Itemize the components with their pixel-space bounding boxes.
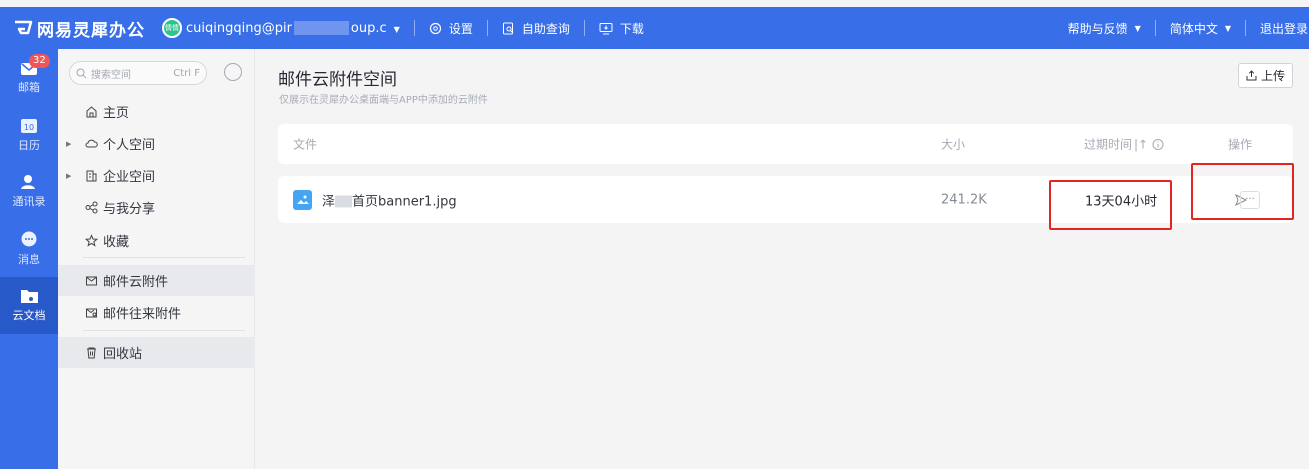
left-navigation: 32 邮箱 10 日历 通讯录 消息 云文档 — [0, 49, 58, 469]
upload-icon — [1246, 70, 1257, 81]
home-icon — [86, 106, 97, 118]
mail-cloud-space: 邮件云附件空间 仅展示在灵犀办公桌面端与APP中添加的云附件 上传 文件 大小 … — [256, 49, 1309, 469]
search-shortcut: Ctrl F — [173, 67, 200, 79]
app-logo: 网易灵犀办公 — [13, 16, 145, 41]
search-icon — [76, 68, 87, 78]
mail-attachment-icon — [86, 308, 97, 318]
self-service-button[interactable]: 自助查询 — [502, 20, 570, 37]
header-divider — [583, 20, 585, 36]
nav-contacts[interactable]: 通讯录 — [0, 163, 58, 220]
top-browser-strip — [0, 0, 1309, 7]
chevron-down-icon: ▼ — [1224, 23, 1231, 33]
sidebar-item-mail-attachments[interactable]: 邮件往来附件 — [58, 297, 255, 328]
sidebar-item-shared[interactable]: 与我分享 — [58, 192, 255, 223]
nav-calendar[interactable]: 10 日历 — [0, 106, 58, 163]
help-menu[interactable]: 帮助与反馈 ▼ — [1068, 20, 1141, 37]
app-header: 网易灵犀办公 情情 cuiqingqing@pir oup.c ▼ 设置 自助查询 … — [0, 7, 1309, 49]
building-icon — [86, 170, 97, 182]
page-subtitle: 仅展示在灵犀办公桌面端与APP中添加的云附件 — [279, 95, 488, 106]
expand-arrow-icon[interactable]: ▶ — [66, 172, 71, 180]
cloud-icon — [85, 139, 98, 148]
calendar-day-number: 10 — [24, 123, 34, 132]
nav-mail[interactable]: 32 邮箱 — [0, 49, 58, 106]
sidebar-item-favorites[interactable]: 收藏 — [58, 225, 255, 256]
monitor-download-icon — [599, 22, 613, 34]
cloud-folder-icon — [20, 290, 38, 303]
account-menu[interactable]: cuiqingqing@pir oup.c ▼ — [186, 21, 400, 36]
logout-button[interactable]: 退出登录 — [1260, 20, 1308, 37]
file-size: 241.2K — [941, 192, 987, 207]
app-name: 网易灵犀办公 — [37, 20, 145, 41]
trash-icon — [87, 347, 96, 359]
sidebar-item-recycle[interactable]: 回收站 — [58, 337, 255, 368]
header-divider — [1154, 20, 1156, 36]
sidebar-divider — [83, 257, 245, 258]
share-icon — [85, 201, 98, 214]
refresh-icon[interactable] — [224, 63, 242, 81]
download-button[interactable]: 下载 — [599, 20, 644, 37]
header-divider — [413, 20, 415, 36]
column-expiry[interactable]: 过期时间 |↑ — [1084, 136, 1164, 153]
mail-icon — [86, 276, 97, 286]
column-size: 大小 — [941, 137, 966, 152]
sidebar-item-enterprise[interactable]: ▶ 企业空间 — [58, 160, 255, 191]
settings-button[interactable]: 设置 — [429, 20, 473, 37]
info-icon[interactable] — [1152, 139, 1164, 151]
chevron-down-icon: ▼ — [393, 24, 400, 34]
gear-icon — [429, 22, 441, 34]
brand-logo-icon — [15, 20, 33, 35]
sidebar-item-personal[interactable]: ▶ 个人空间 — [58, 128, 255, 159]
language-menu[interactable]: 简体中文 ▼ — [1170, 20, 1231, 37]
calendar-icon: 10 — [21, 118, 37, 133]
star-icon — [85, 234, 98, 247]
page-title: 邮件云附件空间 — [278, 70, 397, 90]
actions-highlight-box — [1191, 163, 1294, 220]
avatar[interactable]: 情情 — [162, 18, 182, 38]
search-input[interactable]: 搜索空间 — [91, 66, 131, 81]
column-operation: 操作 — [1228, 137, 1253, 152]
sidebar-item-home[interactable]: 主页 — [58, 96, 255, 127]
header-divider — [1244, 20, 1246, 36]
space-search-box[interactable]: 搜索空间 Ctrl F — [69, 61, 207, 85]
unread-badge: 32 — [29, 54, 50, 68]
chat-bubble-icon — [21, 231, 37, 246]
search-document-icon — [502, 22, 514, 34]
image-file-icon — [293, 190, 312, 210]
sidebar-item-mail-cloud[interactable]: 邮件云附件 — [58, 265, 255, 296]
redacted-file-name-block — [335, 195, 353, 208]
column-file: 文件 — [293, 137, 318, 152]
nav-cloud-docs[interactable]: 云文档 — [0, 277, 58, 334]
upload-button[interactable]: 上传 — [1238, 63, 1293, 88]
space-sidebar: 搜索空间 Ctrl F 主页 ▶ 个人空间 ▶ 企业空间 与我分享 收藏 邮件云… — [58, 49, 255, 469]
sort-icon[interactable]: |↑ — [1134, 138, 1148, 152]
expiry-highlight-box — [1049, 180, 1172, 230]
sidebar-divider — [83, 330, 245, 331]
redacted-email-block — [293, 21, 349, 35]
file-name[interactable]: 泽首页banner1.jpg — [322, 190, 457, 209]
file-table-header: 文件 大小 过期时间 |↑ 操作 — [278, 124, 1293, 164]
header-divider — [486, 20, 488, 36]
contacts-icon — [21, 175, 35, 189]
expand-arrow-icon[interactable]: ▶ — [66, 140, 71, 148]
nav-messages[interactable]: 消息 — [0, 220, 58, 277]
chevron-down-icon: ▼ — [1134, 23, 1141, 33]
